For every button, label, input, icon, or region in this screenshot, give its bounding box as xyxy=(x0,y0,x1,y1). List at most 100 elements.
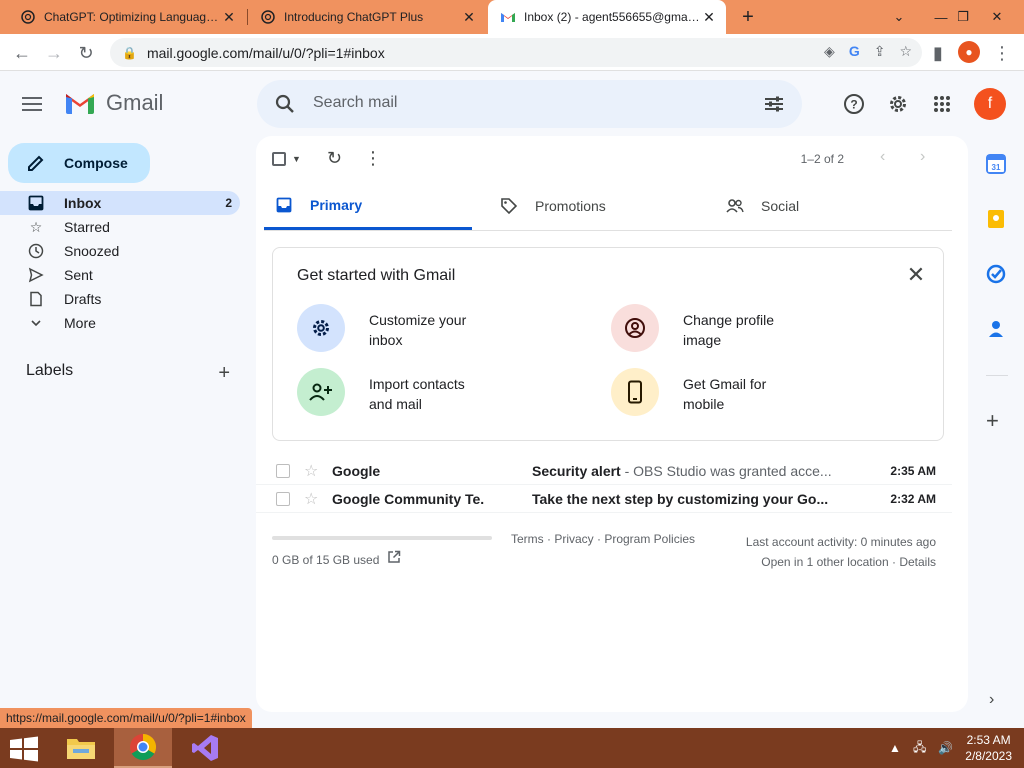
checkbox-icon[interactable] xyxy=(276,464,290,478)
hide-side-panel-icon[interactable]: › xyxy=(989,691,994,709)
email-row[interactable]: ☆ Google Security alert - OBS Studio was… xyxy=(256,457,952,485)
calendar-icon[interactable]: 31 xyxy=(986,154,1006,174)
sidebar-item-inbox[interactable]: Inbox 2 xyxy=(0,191,240,215)
search-icon[interactable] xyxy=(273,92,297,116)
customize-inbox-item[interactable]: Customize your inbox xyxy=(297,304,577,354)
taskbar-file-explorer[interactable] xyxy=(52,728,110,768)
get-started-card: Get started with Gmail ✕ Customize your i… xyxy=(272,247,944,441)
email-time: 2:32 AM xyxy=(890,492,936,506)
help-icon[interactable]: ? xyxy=(840,90,868,118)
side-panel-icon[interactable]: ▮ xyxy=(924,39,952,67)
email-subject-line: Take the next step by customizing your G… xyxy=(532,491,848,507)
settings-gear-icon xyxy=(297,304,345,352)
close-tab-icon[interactable]: ✕ xyxy=(220,8,238,26)
back-button[interactable]: ← xyxy=(8,39,36,67)
gs-item-text: Get Gmail for mobile xyxy=(683,374,823,414)
tab-promotions[interactable]: Promotions xyxy=(489,182,697,230)
main-menu-icon[interactable] xyxy=(22,90,50,118)
close-tab-icon[interactable]: ✕ xyxy=(700,8,718,26)
tab-title: Inbox (2) - agent556655@gmail.c xyxy=(524,10,700,24)
taskbar-clock[interactable]: 2:53 AM 2/8/2023 xyxy=(965,732,1012,764)
older-page-icon[interactable]: › xyxy=(920,148,925,166)
import-contacts-item[interactable]: Import contacts and mail xyxy=(297,368,577,418)
restore-button[interactable]: ❐ xyxy=(946,0,980,34)
pencil-icon xyxy=(28,155,44,171)
sidebar-item-label: Snoozed xyxy=(64,243,120,259)
create-label-icon[interactable]: + xyxy=(218,362,230,385)
tab-search-icon[interactable]: ⌄ xyxy=(882,0,916,34)
search-bar[interactable]: Search mail xyxy=(257,80,802,128)
email-time: 2:35 AM xyxy=(890,464,936,478)
gs-item-text: Import contacts and mail xyxy=(369,374,509,414)
extension-icon[interactable]: ◈ xyxy=(824,43,835,60)
volume-icon[interactable]: 🔊 xyxy=(938,741,953,755)
openai-icon xyxy=(21,10,35,24)
newer-page-icon[interactable]: ‹ xyxy=(880,148,885,166)
account-avatar[interactable]: f xyxy=(974,88,1006,120)
keep-icon[interactable] xyxy=(986,209,1006,229)
share-icon[interactable]: ⇪ xyxy=(874,43,886,60)
more-options-icon[interactable]: ⋮ xyxy=(364,148,382,169)
reload-button[interactable]: ↻ xyxy=(72,39,100,67)
footer-links[interactable]: Terms · Privacy · Program Policies xyxy=(511,532,695,546)
browser-tab-strip: ChatGPT: Optimizing Language M ✕ Introdu… xyxy=(0,0,1024,34)
sidebar-item-starred[interactable]: ☆ Starred xyxy=(0,215,240,239)
browser-tab-chatgpt-plus[interactable]: Introducing ChatGPT Plus ✕ xyxy=(248,0,486,34)
network-icon[interactable]: 🖧 xyxy=(913,738,926,759)
other-locations-link[interactable]: Open in 1 other location · Details xyxy=(761,555,936,569)
taskbar-chrome[interactable] xyxy=(114,728,172,768)
browser-tab-chatgpt-optimizing[interactable]: ChatGPT: Optimizing Language M ✕ xyxy=(8,0,246,34)
refresh-icon[interactable]: ↻ xyxy=(327,148,342,169)
windows-taskbar: ▲ 🖧 🔊 2:53 AM 2/8/2023 xyxy=(0,728,1024,768)
show-hidden-icons-icon[interactable]: ▲ xyxy=(889,741,901,755)
tasks-icon[interactable] xyxy=(986,264,1006,284)
contacts-icon[interactable] xyxy=(986,319,1006,339)
sidebar-item-snoozed[interactable]: Snoozed xyxy=(0,239,240,263)
app-name: Gmail xyxy=(106,90,164,115)
inbox-icon xyxy=(274,195,294,215)
sidebar-item-more[interactable]: More xyxy=(0,311,240,335)
gs-line: and mail xyxy=(369,396,422,412)
windows-start-icon[interactable] xyxy=(8,736,40,762)
google-translate-icon[interactable]: G xyxy=(849,43,860,60)
google-apps-icon[interactable] xyxy=(928,90,956,118)
search-options-icon[interactable] xyxy=(762,92,786,116)
tab-primary[interactable]: Primary xyxy=(264,182,472,230)
close-icon[interactable]: ✕ xyxy=(905,264,927,286)
sidebar-item-sent[interactable]: Sent xyxy=(0,263,240,287)
gs-line: Customize your xyxy=(369,312,467,328)
forward-button[interactable]: → xyxy=(40,39,68,67)
account-circle-icon xyxy=(611,304,659,352)
browser-tab-gmail-inbox[interactable]: Inbox (2) - agent556655@gmail.c ✕ xyxy=(488,0,726,34)
compose-button[interactable]: Compose xyxy=(8,143,150,183)
clock-time: 2:53 AM xyxy=(966,733,1011,747)
visual-studio-icon xyxy=(192,735,218,761)
browser-profile-avatar[interactable]: ● xyxy=(958,41,980,63)
svg-text:31: 31 xyxy=(992,163,1001,172)
new-tab-button[interactable]: + xyxy=(736,5,760,29)
tab-social[interactable]: Social xyxy=(715,182,923,230)
change-profile-image-item[interactable]: Change profile image xyxy=(611,304,891,354)
email-row[interactable]: ☆ Google Community Te. Take the next ste… xyxy=(256,485,952,513)
star-icon[interactable]: ☆ xyxy=(304,461,318,481)
address-bar[interactable]: 🔒 mail.google.com/mail/u/0/?pli=1#inbox … xyxy=(110,38,922,67)
close-window-button[interactable]: ✕ xyxy=(980,0,1014,34)
get-gmail-mobile-item[interactable]: Get Gmail for mobile xyxy=(611,368,891,418)
taskbar-visual-studio[interactable] xyxy=(176,728,234,768)
star-icon[interactable]: ☆ xyxy=(304,489,318,509)
gmail-logo-icon[interactable] xyxy=(64,91,96,115)
storage-text: 0 GB of 15 GB used xyxy=(272,553,380,567)
get-addons-icon[interactable]: + xyxy=(986,408,999,434)
open-in-new-icon[interactable] xyxy=(387,550,401,564)
search-input[interactable]: Search mail xyxy=(313,94,397,112)
select-all-checkbox[interactable]: ▼ xyxy=(272,151,301,166)
settings-gear-icon[interactable] xyxy=(884,90,912,118)
gs-line: Get Gmail for xyxy=(683,376,767,392)
checkbox-icon[interactable] xyxy=(276,492,290,506)
sidebar-item-label: Starred xyxy=(64,219,110,235)
browser-menu-icon[interactable]: ⋮ xyxy=(988,39,1016,67)
close-tab-icon[interactable]: ✕ xyxy=(460,8,478,26)
bookmark-star-icon[interactable]: ☆ xyxy=(899,43,912,60)
sidebar-item-drafts[interactable]: Drafts xyxy=(0,287,240,311)
clock-icon xyxy=(26,241,46,261)
